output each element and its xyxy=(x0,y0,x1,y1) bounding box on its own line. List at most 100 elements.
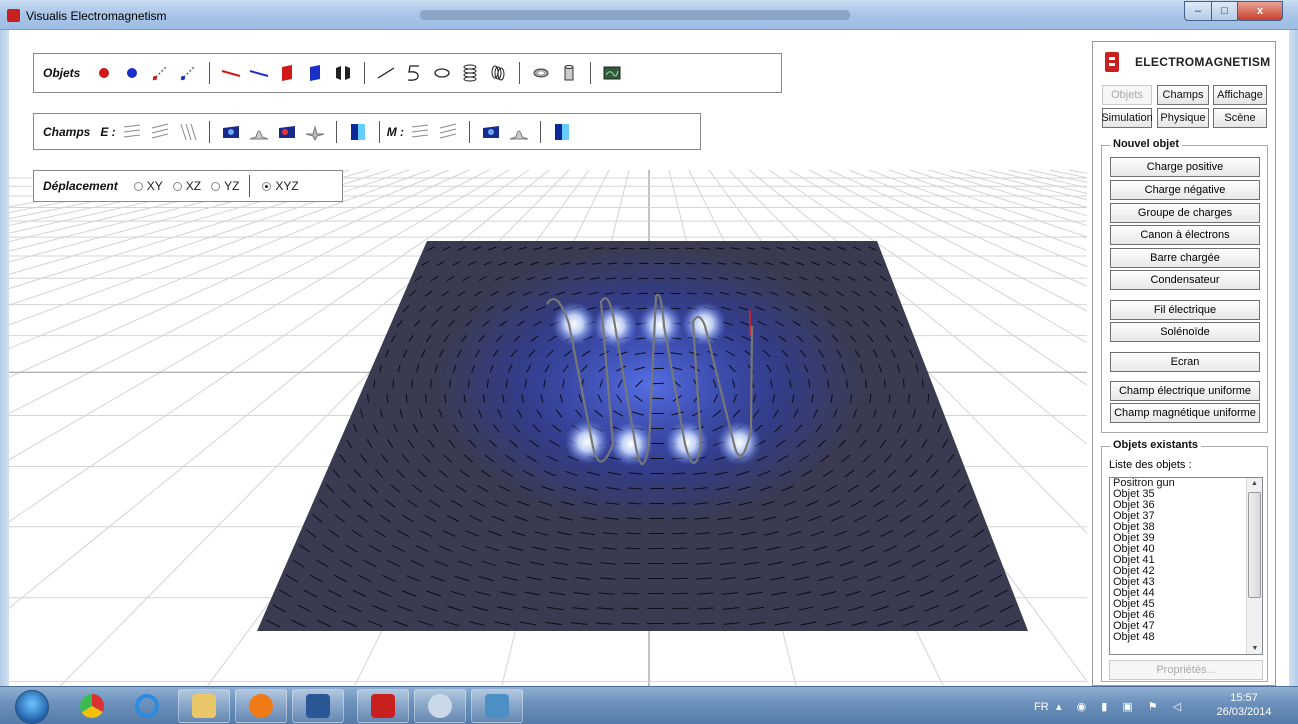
word-icon xyxy=(306,694,330,718)
visualis-taskbar-button[interactable] xyxy=(357,689,409,723)
list-scrollbar[interactable]: ▲ ▼ xyxy=(1246,478,1262,654)
move-xz-radio[interactable]: XZ xyxy=(172,179,202,193)
e-field-vectors-icon[interactable] xyxy=(150,122,170,142)
language-indicator[interactable]: FR xyxy=(1034,701,1049,713)
m-potential-plane-icon[interactable] xyxy=(481,122,501,142)
m-potential-surface-icon[interactable] xyxy=(509,122,529,142)
m-field-lines-icon[interactable] xyxy=(410,122,430,142)
e-potential-surface-icon[interactable] xyxy=(249,122,269,142)
field-arrow xyxy=(902,379,905,388)
field-arrow xyxy=(637,292,648,295)
groupe-charges-button[interactable]: Groupe de charges xyxy=(1110,203,1260,223)
chrome-taskbar-button[interactable] xyxy=(66,689,118,723)
new-object-group: Nouvel objet Charge positive Charge néga… xyxy=(1101,138,1268,433)
tab-affichage[interactable]: Affichage xyxy=(1213,85,1267,105)
current-spot xyxy=(638,303,682,347)
e-field-streamlines-icon[interactable] xyxy=(178,122,198,142)
e-field-lines-icon[interactable] xyxy=(122,122,142,142)
condensateur-button[interactable]: Condensateur xyxy=(1110,270,1260,290)
coil-icon[interactable] xyxy=(488,63,508,83)
minimize-button[interactable]: – xyxy=(1184,1,1212,21)
positive-charge-icon[interactable] xyxy=(94,63,114,83)
tab-champs[interactable]: Champs xyxy=(1157,85,1209,105)
paint-taskbar-button[interactable] xyxy=(414,689,466,723)
scroll-thumb[interactable] xyxy=(1248,492,1261,598)
clock[interactable]: 15:57 26/03/2014 xyxy=(1205,691,1283,719)
toolbar-separator xyxy=(378,120,380,143)
canon-electrons-button[interactable]: Canon à électrons xyxy=(1110,225,1260,245)
word-taskbar-button[interactable] xyxy=(292,689,344,723)
solenoide-button[interactable]: Solénoïde xyxy=(1110,322,1260,342)
e-potential-plane-icon[interactable] xyxy=(221,122,241,142)
barre-chargee-button[interactable]: Barre chargée xyxy=(1110,248,1260,268)
field-arrow xyxy=(672,577,689,580)
taskbar: FR ▴ ◉ ▮ ▣ ⚑ ◁ 15:57 26/03/2014 xyxy=(0,686,1298,724)
move-xyz-radio[interactable]: XYZ xyxy=(262,179,299,193)
charge-negative-button[interactable]: Charge négative xyxy=(1110,180,1260,200)
curved-wire-icon[interactable] xyxy=(404,63,424,83)
ie-taskbar-button[interactable] xyxy=(121,689,173,723)
cylinder-icon[interactable] xyxy=(559,63,579,83)
radio-label: XZ xyxy=(185,179,202,193)
maximize-button[interactable]: □ xyxy=(1211,1,1238,21)
e-intensity-plane-icon[interactable] xyxy=(277,122,297,142)
current-spot xyxy=(552,302,596,346)
close-button[interactable]: x xyxy=(1237,1,1283,21)
positive-bar-icon[interactable] xyxy=(221,63,241,83)
start-button[interactable] xyxy=(15,690,49,724)
move-xy-radio[interactable]: XY xyxy=(133,179,163,193)
grid-line xyxy=(9,169,270,227)
paint-icon xyxy=(428,694,452,718)
e-color-map-icon[interactable] xyxy=(348,122,368,142)
e-field-label: E : xyxy=(100,124,116,139)
e-intensity-surface-icon[interactable] xyxy=(305,122,325,142)
field-arrow xyxy=(624,247,634,250)
tab-scene[interactable]: Scène xyxy=(1213,108,1267,128)
negative-plate-icon[interactable] xyxy=(305,63,325,83)
positron-gun-icon[interactable] xyxy=(150,63,170,83)
radio-label: XYZ xyxy=(275,179,299,193)
grid-line xyxy=(9,169,250,220)
screen-icon[interactable] xyxy=(602,63,622,83)
properties-button[interactable]: Propriétés... xyxy=(1109,660,1263,680)
current-spot xyxy=(717,421,761,465)
straight-wire-icon[interactable] xyxy=(376,63,396,83)
tab-simulation[interactable]: Simulation xyxy=(1101,108,1153,128)
current-spot xyxy=(665,421,709,465)
scroll-up-icon[interactable]: ▲ xyxy=(1247,480,1262,487)
charge-positive-button[interactable]: Charge positive xyxy=(1110,157,1260,177)
electromagnetism-logo-icon xyxy=(1105,52,1119,72)
window-frame-right xyxy=(1289,30,1298,686)
solenoid-icon[interactable] xyxy=(460,63,480,83)
field-arrow xyxy=(621,622,639,625)
loop-icon[interactable] xyxy=(432,63,452,83)
photo-viewer-taskbar-button[interactable] xyxy=(471,689,523,723)
capacitor-icon[interactable] xyxy=(333,63,353,83)
ecran-button[interactable]: Ecran xyxy=(1110,352,1260,372)
champ-electrique-uniforme-button[interactable]: Champ électrique uniforme xyxy=(1110,381,1260,401)
3d-viewport[interactable]: Objets Champs E : M : Déplacement XY XZ … xyxy=(9,30,1087,686)
fil-electrique-button[interactable]: Fil électrique xyxy=(1110,300,1260,320)
media-taskbar-button[interactable] xyxy=(235,689,287,723)
toolbar-separator xyxy=(519,62,521,84)
media-player-icon xyxy=(249,694,273,718)
tray-icons[interactable]: ▴ ◉ ▮ ▣ ⚑ ◁ xyxy=(1056,700,1187,713)
positive-plate-icon[interactable] xyxy=(277,63,297,83)
electron-gun-icon[interactable] xyxy=(178,63,198,83)
negative-charge-icon[interactable] xyxy=(122,63,142,83)
scroll-down-icon[interactable]: ▼ xyxy=(1247,645,1262,652)
photo-viewer-icon xyxy=(485,694,509,718)
object-listbox[interactable]: Positron gun Objet 35 Objet 36 Objet 37 Obje… xyxy=(1109,477,1263,655)
tab-physique[interactable]: Physique xyxy=(1157,108,1209,128)
champ-magnetique-uniforme-button[interactable]: Champ magnétique uniforme xyxy=(1110,403,1260,423)
explorer-taskbar-button[interactable] xyxy=(178,689,230,723)
m-color-map-icon[interactable] xyxy=(552,122,572,142)
tab-objets[interactable]: Objets xyxy=(1102,85,1152,105)
field-arrow xyxy=(921,379,924,388)
ring-icon[interactable] xyxy=(531,63,551,83)
move-yz-radio[interactable]: YZ xyxy=(211,179,239,193)
m-field-vectors-icon[interactable] xyxy=(438,122,458,142)
object-list-item[interactable]: Objet 48 xyxy=(1110,632,1262,643)
negative-bar-icon[interactable] xyxy=(249,63,269,83)
radio-dot xyxy=(133,181,143,191)
